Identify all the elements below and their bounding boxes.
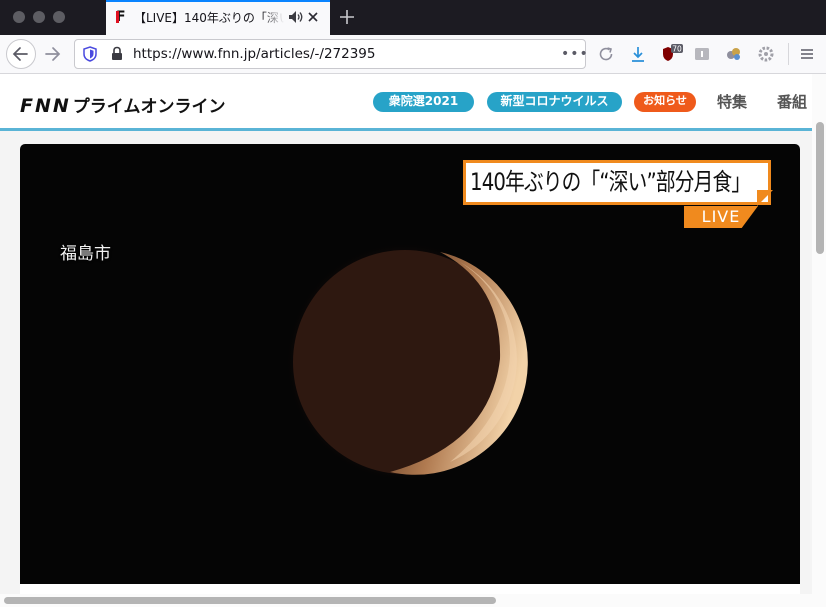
title-bar: F 【LIVE】140年ぶりの「深い部分月食」 <box>0 0 826 35</box>
caption-text: 140年ぶりの「“深い”部分月食」 <box>470 168 751 196</box>
close-icon[interactable] <box>306 10 320 24</box>
nav-coronavirus-pill[interactable]: 新型コロナウイルス <box>487 92 622 112</box>
vertical-scrollbar-thumb[interactable] <box>816 122 824 254</box>
lock-icon[interactable] <box>111 46 123 61</box>
caption-inner: 140年ぶりの「“深い”部分月食」 <box>466 163 768 202</box>
gear-extension-icon[interactable] <box>757 45 775 63</box>
logo-fnn: FNN <box>20 95 71 117</box>
url-text[interactable]: https://www.fnn.jp/articles/-/272395 <box>133 45 375 63</box>
horizontal-scrollbar-thumb[interactable] <box>4 597 496 604</box>
shield-icon[interactable] <box>83 46 97 62</box>
caption-corner <box>757 190 773 206</box>
logo-text: プライムオンライン <box>72 97 226 117</box>
nav-election-pill[interactable]: 衆院選2021 <box>373 92 474 112</box>
download-icon[interactable] <box>629 45 647 63</box>
video-player[interactable]: 福島市 140年ぶりの「“深い”部分月食」 LIVE <box>20 144 800 584</box>
reload-icon[interactable] <box>597 45 615 63</box>
fnn-favicon-icon: F <box>116 10 128 24</box>
site-header: FNN プライムオンライン 衆院選2021 新型コロナウイルス お知らせ 特集 番… <box>0 74 812 131</box>
nav-notice-pill[interactable]: お知らせ <box>634 92 696 112</box>
back-icon[interactable] <box>6 39 36 69</box>
toolbar-divider <box>788 43 789 65</box>
eclipsed-moon-image <box>287 244 528 480</box>
window-zoom-button[interactable] <box>53 11 65 23</box>
extension-icon[interactable] <box>693 45 711 63</box>
plus-icon[interactable] <box>338 8 356 26</box>
notification-count: 70 <box>672 45 682 54</box>
page-actions-icon[interactable]: ••• <box>561 45 589 63</box>
nav-link-feature[interactable]: 特集 <box>717 92 747 112</box>
player-bottom-edge <box>20 584 800 594</box>
nav-link-program[interactable]: 番組 <box>777 92 812 112</box>
tab-accent-line <box>106 0 330 2</box>
ublock-icon[interactable]: 70 <box>661 44 683 64</box>
window-minimize-button[interactable] <box>33 11 45 23</box>
site-logo[interactable]: FNN プライムオンライン <box>20 92 225 117</box>
headline-caption: 140年ぶりの「“深い”部分月食」 <box>463 160 771 205</box>
navigation-toolbar: https://www.fnn.jp/articles/-/272395 •••… <box>0 35 826 74</box>
color-extension-icon[interactable] <box>725 45 743 63</box>
active-tab[interactable]: F 【LIVE】140年ぶりの「深い部分月食」 <box>106 0 330 35</box>
menu-icon[interactable] <box>798 45 816 63</box>
forward-icon[interactable] <box>40 41 66 67</box>
location-label: 福島市 <box>60 244 111 264</box>
tab-title: 【LIVE】140年ぶりの「深い部分月食」 <box>134 11 284 25</box>
speaker-icon[interactable] <box>288 10 304 24</box>
window-close-button[interactable] <box>13 11 25 23</box>
url-bar[interactable]: https://www.fnn.jp/articles/-/272395 ••• <box>74 39 589 69</box>
